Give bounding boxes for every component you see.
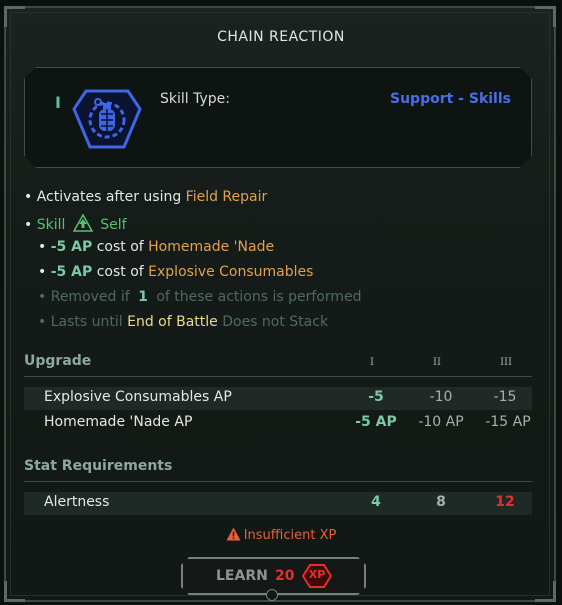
upgrade-value-3: -15 bbox=[493, 389, 517, 405]
ap-amount: -5 AP bbox=[50, 264, 93, 280]
bullet: • bbox=[38, 289, 47, 305]
upgrade-row-name: Explosive Consumables AP bbox=[44, 389, 232, 405]
effect-cost-explosive: • -5 AP cost of Explosive Consumables bbox=[38, 264, 313, 280]
level-header-2: II bbox=[433, 357, 441, 368]
skill-type-label: Skill Type: bbox=[160, 91, 230, 107]
upgrade-value-1: -5 AP bbox=[355, 414, 397, 430]
corner-ornament bbox=[4, 6, 25, 27]
removed-suffix: of these actions is performed bbox=[156, 289, 362, 305]
cost-target: Homemade 'Nade bbox=[148, 239, 275, 255]
effect-removed: • Removed if 1 of these actions is perfo… bbox=[38, 289, 362, 305]
grenade-gear-icon bbox=[72, 89, 142, 149]
requirements-title: Stat Requirements bbox=[24, 458, 173, 474]
skill-type-value: Support - Skills bbox=[390, 91, 511, 107]
xp-badge-icon: XP bbox=[302, 564, 332, 588]
self-target-icon bbox=[72, 213, 94, 232]
effect-cost-nade: • -5 AP cost of Homemade 'Nade bbox=[38, 239, 274, 255]
upgrade-title: Upgrade bbox=[24, 353, 92, 369]
requirement-name: Alertness bbox=[44, 494, 110, 510]
requirement-value-1: 4 bbox=[371, 494, 381, 510]
lasts-duration: End of Battle bbox=[127, 314, 218, 330]
corner-ornament bbox=[535, 581, 556, 602]
upgrade-value-1: -5 bbox=[368, 389, 384, 405]
cost-target: Explosive Consumables bbox=[148, 264, 314, 280]
section-divider bbox=[24, 481, 532, 482]
section-divider bbox=[24, 376, 532, 377]
level-header-3: III bbox=[500, 357, 512, 368]
warning-icon bbox=[226, 527, 241, 541]
xp-unit: XP bbox=[308, 568, 326, 581]
learn-cost: 20 bbox=[275, 568, 295, 584]
requirement-value-2: 8 bbox=[436, 494, 446, 510]
panel-knob-ornament bbox=[266, 589, 278, 601]
cost-of-text: cost of bbox=[96, 239, 144, 255]
ap-amount: -5 AP bbox=[50, 239, 93, 255]
cost-of-text: cost of bbox=[96, 264, 144, 280]
lasts-suffix: Does not Stack bbox=[222, 314, 329, 330]
tier-glyph: I bbox=[55, 93, 61, 112]
warning-text: Insufficient XP bbox=[243, 528, 337, 543]
insufficient-xp-warning: Insufficient XP bbox=[0, 527, 562, 543]
upgrade-value-3: -15 AP bbox=[485, 414, 531, 430]
bullet: • bbox=[24, 217, 33, 233]
level-header-1: I bbox=[370, 357, 374, 368]
skill-title: CHAIN REACTION bbox=[217, 29, 345, 45]
requirement-value-3: 12 bbox=[495, 494, 515, 510]
upgrade-value-2: -10 AP bbox=[418, 414, 464, 430]
bullet: • bbox=[38, 314, 47, 330]
removed-prefix: Removed if bbox=[50, 289, 130, 305]
skill-tag: Skill bbox=[36, 217, 66, 233]
lasts-prefix: Lasts until bbox=[50, 314, 123, 330]
corner-ornament bbox=[4, 581, 25, 602]
effect-activates: • Activates after using Field Repair bbox=[24, 189, 267, 205]
effect-prefix: • Activates after using bbox=[24, 189, 182, 205]
effect-target: Field Repair bbox=[185, 189, 268, 205]
corner-ornament bbox=[535, 6, 556, 27]
effect-lasts: • Lasts until End of Battle Does not Sta… bbox=[38, 314, 328, 330]
learn-label: LEARN bbox=[216, 568, 268, 584]
effect-skill-line: • Skill Self bbox=[24, 213, 127, 233]
upgrade-row-name: Homemade 'Nade AP bbox=[44, 414, 193, 430]
upgrade-value-2: -10 bbox=[429, 389, 453, 405]
skill-scope: Self bbox=[100, 217, 127, 233]
removed-count: 1 bbox=[138, 289, 148, 305]
bullet: • bbox=[38, 264, 47, 280]
bullet: • bbox=[38, 239, 47, 255]
